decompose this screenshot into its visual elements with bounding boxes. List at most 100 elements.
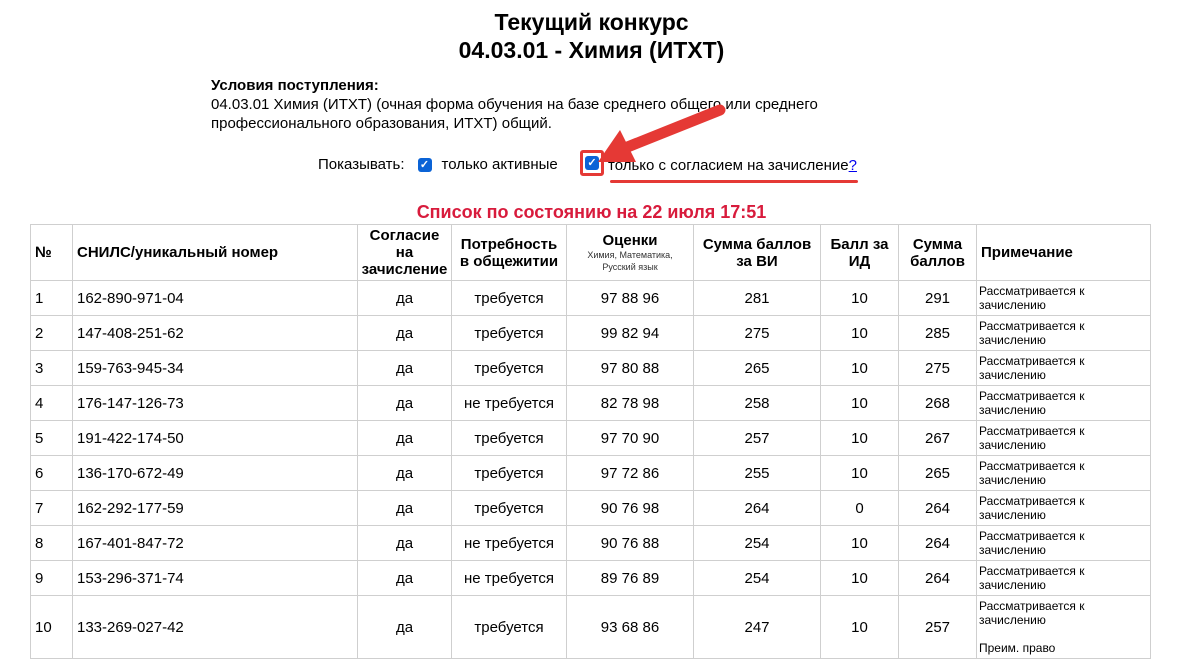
cell-snils: 133-269-027-42 — [72, 595, 358, 659]
title-line-2: 04.03.01 - Химия (ИТХТ) — [458, 37, 725, 63]
cell-sum-vi: 258 — [693, 385, 821, 421]
cell-grades: 89 76 89 — [566, 560, 694, 596]
cell-snils: 176-147-126-73 — [72, 385, 358, 421]
cell-dorm: не требуется — [451, 525, 567, 561]
table-row: 2 147-408-251-62 да требуется 99 82 94 275 10 2… — [30, 315, 1151, 351]
col-grades-subjects: Химия, Математика, Русский язык — [587, 250, 673, 272]
cell-note: Рассматривается к зачислению — [976, 420, 1151, 456]
cell-snils: 162-292-177-59 — [72, 490, 358, 526]
cell-sum-vi: 257 — [693, 420, 821, 456]
note-status: Рассматривается к зачислению — [979, 529, 1085, 557]
cell-dorm: требуется — [451, 420, 567, 456]
cell-total: 264 — [898, 490, 977, 526]
cell-consent: да — [357, 385, 452, 421]
conditions-heading: Условия поступления: — [211, 77, 379, 94]
cell-sum-vi: 254 — [693, 560, 821, 596]
cell-dorm: требуется — [451, 280, 567, 316]
col-id-score: Балл за ИД — [820, 224, 899, 281]
cell-consent: да — [357, 525, 452, 561]
cell-total: 265 — [898, 455, 977, 491]
cell-number: 5 — [30, 420, 73, 456]
col-snils: СНИЛС/уникальный номер — [72, 224, 358, 281]
cell-consent: да — [357, 420, 452, 456]
cell-grades: 82 78 98 — [566, 385, 694, 421]
cell-sum-vi: 275 — [693, 315, 821, 351]
show-label: Показывать: — [318, 156, 405, 173]
cell-snils: 136-170-672-49 — [72, 455, 358, 491]
cell-dorm: не требуется — [451, 560, 567, 596]
cell-dorm: требуется — [451, 315, 567, 351]
cell-number: 2 — [30, 315, 73, 351]
cell-dorm: требуется — [451, 455, 567, 491]
cell-id-score: 10 — [820, 455, 899, 491]
cell-total: 257 — [898, 595, 977, 659]
cell-dorm: требуется — [451, 490, 567, 526]
annotation-underline — [610, 180, 858, 183]
note-status: Рассматривается к зачислению — [979, 494, 1085, 522]
cell-id-score: 10 — [820, 315, 899, 351]
active-only-label[interactable]: только активные — [442, 156, 558, 173]
note-status: Рассматривается к зачислению — [979, 284, 1085, 312]
col-number: № — [30, 224, 73, 281]
cell-total: 268 — [898, 385, 977, 421]
cell-total: 264 — [898, 525, 977, 561]
cell-note: Рассматривается к зачислению — [976, 560, 1151, 596]
cell-id-score: 0 — [820, 490, 899, 526]
cell-consent: да — [357, 280, 452, 316]
col-grades-title: Оценки — [602, 232, 658, 249]
cell-consent: да — [357, 455, 452, 491]
cell-note: Рассматривается к зачислению — [976, 315, 1151, 351]
cell-grades: 90 76 98 — [566, 490, 694, 526]
table-row: 1 162-890-971-04 да требуется 97 88 96 281 10 2… — [30, 280, 1151, 316]
note-status: Рассматривается к зачислению — [979, 424, 1085, 452]
table-row: 7 162-292-177-59 да требуется 90 76 98 264 0 26… — [30, 490, 1151, 526]
cell-number: 6 — [30, 455, 73, 491]
cell-number: 8 — [30, 525, 73, 561]
cell-dorm: требуется — [451, 595, 567, 659]
cell-snils: 159-763-945-34 — [72, 350, 358, 386]
cell-note: Рассматривается к зачислению — [976, 455, 1151, 491]
check-icon: ✓ — [419, 158, 430, 171]
cell-grades: 93 68 86 — [566, 595, 694, 659]
cell-sum-vi: 281 — [693, 280, 821, 316]
cell-id-score: 10 — [820, 280, 899, 316]
cell-consent: да — [357, 315, 452, 351]
cell-total: 264 — [898, 560, 977, 596]
cell-number: 10 — [30, 595, 73, 659]
note-status: Рассматривается к зачислению — [979, 459, 1085, 487]
note-status: Рассматривается к зачислению — [979, 564, 1085, 592]
help-link[interactable]: ? — [849, 157, 857, 174]
col-sum-vi: Сумма баллов за ВИ — [693, 224, 821, 281]
col-dorm: Потребность в общежитии — [451, 224, 567, 281]
table-row: 6 136-170-672-49 да требуется 97 72 86 255 10 2… — [30, 455, 1151, 491]
cell-grades: 97 80 88 — [566, 350, 694, 386]
page-title: Текущий конкурс 04.03.01 - Химия (ИТХТ) — [0, 8, 1183, 64]
cell-id-score: 10 — [820, 525, 899, 561]
cell-id-score: 10 — [820, 595, 899, 659]
cell-sum-vi: 255 — [693, 455, 821, 491]
active-only-checkbox[interactable]: ✓ — [417, 157, 432, 172]
cell-snils: 167-401-847-72 — [72, 525, 358, 561]
table-row: 4 176-147-126-73 да не требуется 82 78 98 258… — [30, 385, 1151, 421]
col-grades: Оценки Химия, Математика, Русский язык — [566, 224, 694, 281]
table-header-row: № СНИЛС/уникальный номер Согласие на зач… — [30, 224, 1151, 281]
cell-consent: да — [357, 595, 452, 659]
cell-grades: 90 76 88 — [566, 525, 694, 561]
cell-id-score: 10 — [820, 420, 899, 456]
cell-note: Рассматривается к зачислению — [976, 280, 1151, 316]
title-line-1: Текущий конкурс — [494, 9, 689, 35]
col-total: Сумма баллов — [898, 224, 977, 281]
filters: Показывать: ✓ только активные — [318, 156, 558, 173]
cell-total: 275 — [898, 350, 977, 386]
cell-dorm: не требуется — [451, 385, 567, 421]
cell-sum-vi: 247 — [693, 595, 821, 659]
cell-grades: 97 70 90 — [566, 420, 694, 456]
cell-number: 7 — [30, 490, 73, 526]
note-status: Рассматривается к зачислению — [979, 389, 1085, 417]
table-row: 5 191-422-174-50 да требуется 97 70 90 257 10 2… — [30, 420, 1151, 456]
table-row: 8 167-401-847-72 да не требуется 90 76 88 254… — [30, 525, 1151, 561]
cell-note: Рассматривается к зачислению — [976, 385, 1151, 421]
cell-id-score: 10 — [820, 350, 899, 386]
note-status: Рассматривается к зачислению — [979, 354, 1085, 382]
red-arrow-icon — [598, 104, 726, 162]
